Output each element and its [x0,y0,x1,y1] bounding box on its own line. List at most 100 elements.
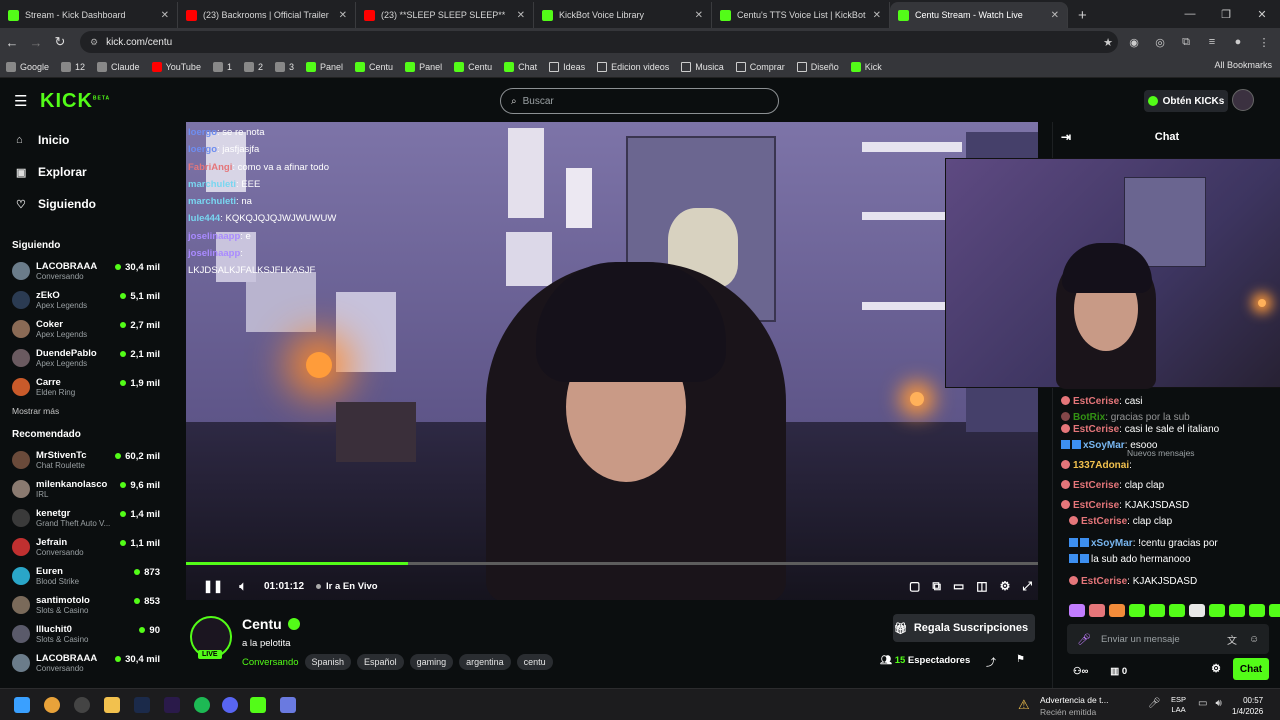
category-link[interactable]: Conversando [242,657,299,668]
menu-icon[interactable]: ⋮ [1254,31,1274,53]
bookmark-item[interactable]: 2 [243,61,263,72]
kick-logo[interactable]: KICKBETA [40,90,110,113]
close-window-icon[interactable]: ✕ [1244,8,1280,21]
bookmark-item[interactable]: Comprar [735,61,785,72]
bookmark-item[interactable]: Kick [850,61,882,72]
pip-icon[interactable]: ◫ [976,579,987,594]
chat-settings-icon[interactable]: ⚙ [1211,662,1221,675]
channel-item[interactable]: LACOBRAAA Conversando 30,4 mil [0,256,172,285]
picture-in-picture-player[interactable] [945,158,1280,389]
settings-icon[interactable]: ⚙ [1000,579,1011,594]
channel-item[interactable]: Euren Blood Strike 873 [0,561,172,590]
emote-icon[interactable] [1089,604,1105,617]
bookmark-item[interactable]: Diseño [796,61,839,72]
chat-username[interactable]: EstCerise [1073,500,1119,511]
fullscreen-icon[interactable]: ⤢ [1022,579,1032,594]
chat-username[interactable]: xSoyMar [1091,538,1133,549]
extensions-puzzle-icon[interactable]: ⧉ [1176,31,1196,53]
bookmark-item[interactable]: Panel [405,61,442,72]
theater-icon[interactable]: ▭ [953,579,964,594]
gift-subs-button[interactable]: 🎁︎ Regala Suscripciones [893,614,1035,642]
volume-icon[interactable]: 🔈︎ [228,579,258,594]
language-indicator[interactable]: ESP LAA [1171,695,1186,715]
channel-item[interactable]: Carre Elden Ring 1,9 mil [0,372,172,401]
nav-siguiendo[interactable]: ♡ Siguiendo [0,188,172,220]
channel-item[interactable]: santimotolo Slots & Casino 853 [0,590,172,619]
close-icon[interactable]: ✕ [1051,10,1059,21]
file-explorer-icon[interactable] [104,697,120,713]
back-icon[interactable]: ← [0,35,24,50]
share-icon[interactable]: ⤴ [986,654,996,669]
bookmark-item[interactable]: 1 [212,61,232,72]
browser-tab[interactable]: Centu's TTS Voice List | KickBot ✕ [712,2,890,28]
bookmark-item[interactable]: Panel [306,61,343,72]
photoshop-icon[interactable] [134,697,150,713]
clip-icon[interactable]: ▢ [909,579,920,594]
browser-tab[interactable]: (23) Backrooms | Official Trailer ✕ [178,2,356,28]
chat-username[interactable]: BotRix [1073,412,1105,423]
video-progress-bar[interactable] [186,562,1038,565]
new-tab-button[interactable]: + [1068,2,1097,28]
profile-icon[interactable]: ● [1228,31,1248,53]
channel-item[interactable]: kenetgr Grand Theft Auto V... 1,4 mil [0,503,172,532]
channel-item[interactable]: milenkanolasco IRL 9,6 mil [0,474,172,503]
forward-icon[interactable]: → [24,35,48,50]
spotify-icon[interactable] [194,697,210,713]
tag-pill[interactable]: Spanish [304,654,352,670]
miniplayer-icon[interactable]: ⧉ [932,579,941,594]
mic-tray-icon[interactable]: 🎤︎ [1148,698,1161,709]
hamburger-menu-icon[interactable]: ☰ [14,92,27,110]
points-icon[interactable]: ⚇∞ [1073,666,1088,677]
search-input[interactable]: ⌕ Buscar [500,88,779,114]
new-messages-divider[interactable]: Nuevos mensajes [1127,448,1195,458]
kick-app-icon[interactable] [250,697,266,713]
emoji-icon[interactable]: ☺ [1249,634,1259,645]
bookmark-item[interactable]: Centu [454,61,492,72]
video-player[interactable]: Ioergo: se re nota Ioergo: jasfjasjfa Fabr… [186,122,1038,600]
chat-username[interactable]: EstCerise [1073,424,1119,435]
bookmark-item[interactable]: 3 [274,61,294,72]
channel-item[interactable]: DuendePablo Apex Legends 2,1 mil [0,343,172,372]
app-icon[interactable] [74,697,90,713]
volume-tray-icon[interactable]: 🔊︎ [1215,698,1221,709]
extension-icon[interactable]: ◉ [1124,31,1144,53]
bookmark-item[interactable]: 12 [61,61,85,72]
bookmark-item[interactable]: YouTube [151,61,201,72]
channel-item[interactable]: Coker Apex Legends 2,7 mil [0,314,172,343]
channel-item[interactable]: LACOBRAAA Conversando 30,4 mil [0,648,172,677]
nav-inicio[interactable]: ⌂ Inicio [0,124,172,156]
close-icon[interactable]: ✕ [695,10,703,21]
discord-icon[interactable] [222,697,238,713]
emote-icon[interactable] [1069,604,1085,617]
chat-username[interactable]: EstCerise [1073,396,1119,407]
tag-pill[interactable]: Español [357,654,404,670]
bookmark-item[interactable]: Ideas [549,61,585,72]
bookmark-item[interactable]: Centu [355,61,393,72]
send-chat-button[interactable]: Chat [1233,658,1269,680]
close-icon[interactable]: ✕ [161,10,169,21]
bookmark-star-icon[interactable]: ★ [1098,31,1118,53]
close-icon[interactable]: ✕ [339,10,347,21]
emote-icon[interactable] [1149,604,1165,617]
app-icon[interactable] [280,697,296,713]
all-bookmarks-button[interactable]: All Bookmarks [1214,60,1272,70]
chat-username[interactable]: xSoyMar [1083,440,1125,451]
bookmark-item[interactable]: Edicion videos [597,61,669,72]
bookmark-item[interactable]: Musica [681,61,724,72]
chat-username[interactable]: EstCerise [1081,576,1127,587]
emote-icon[interactable] [1169,604,1185,617]
mic-icon[interactable]: 🎤︎ [1077,633,1091,646]
warning-icon[interactable]: ⚠ [1018,697,1030,713]
bookmark-item[interactable]: Claude [97,61,140,72]
chat-username[interactable]: EstCerise [1073,480,1119,491]
emote-icon[interactable] [1209,604,1225,617]
collapse-chat-icon[interactable]: ⇥ [1061,130,1071,144]
pause-icon[interactable]: ❚❚ [198,579,228,593]
reload-icon[interactable]: ↻ [48,34,72,50]
user-avatar[interactable] [1232,89,1254,111]
browser-tab-active[interactable]: Centu Stream - Watch Live ✕ [890,2,1068,28]
channel-item[interactable]: MrStivenTc Chat Roulette 60,2 mil [0,445,172,474]
close-icon[interactable]: ✕ [873,10,881,21]
emote-icon[interactable] [1189,604,1205,617]
go-live-button[interactable]: Ir a En Vivo [316,581,378,592]
